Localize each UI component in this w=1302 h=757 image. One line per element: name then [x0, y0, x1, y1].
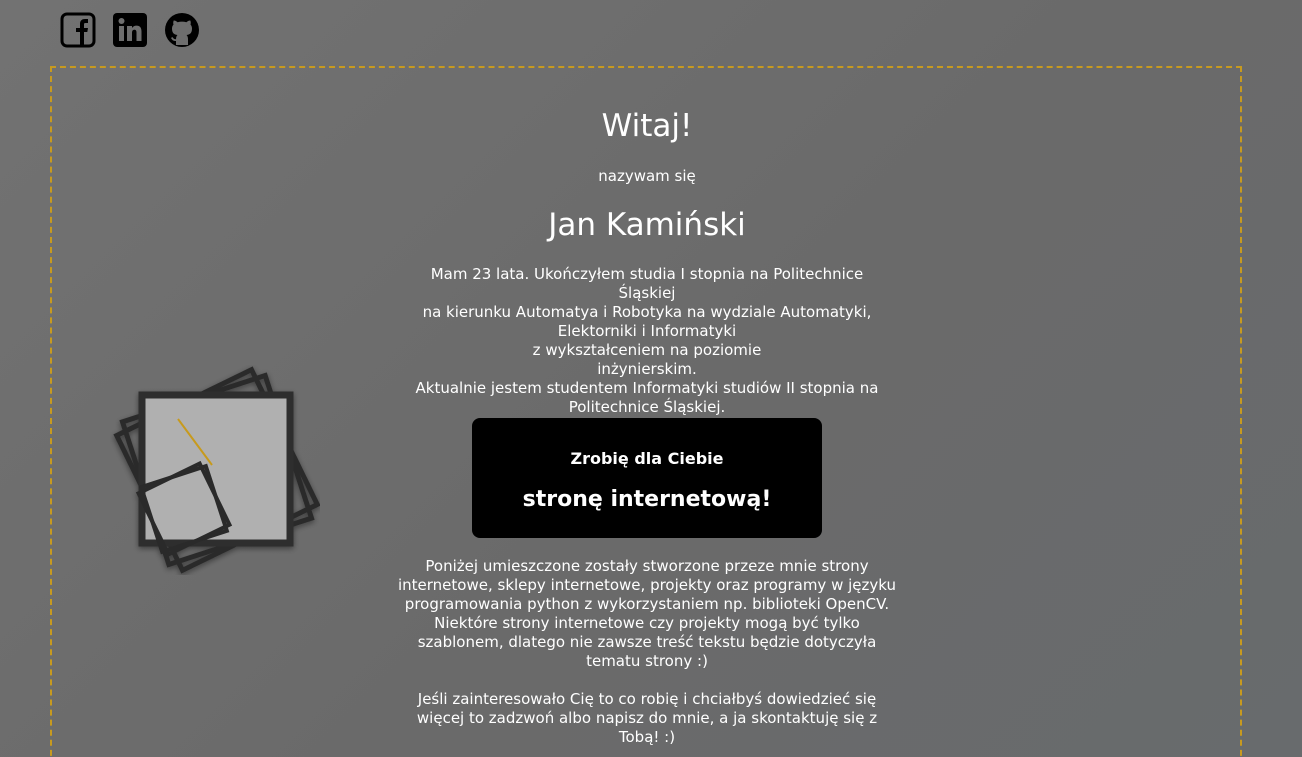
bio-line: z wykształceniem na poziomie: [532, 341, 762, 359]
rotating-squares-logo: [110, 365, 320, 575]
bio-line: Politechnice Śląskiej.: [568, 398, 726, 416]
contact-paragraph: Jeśli zainteresowało Cię to co robię i c…: [416, 690, 878, 746]
hero-section: Witaj! nazywam się Jan Kamiński Mam 23 l…: [0, 0, 1302, 757]
description-text: Poniżej umieszczone zostały stworzone pr…: [396, 557, 898, 757]
bio-line: Aktualnie jestem studentem Informatyki s…: [415, 379, 879, 397]
cta-big-text: stronę internetową!: [522, 487, 772, 512]
intro-text: nazywam się: [598, 167, 696, 185]
bio-line: Mam 23 lata. Ukończyłem studia I stopnia…: [430, 265, 864, 302]
name-heading: Jan Kamiński: [548, 207, 746, 243]
bio-line: inżynierskim.: [597, 360, 697, 378]
cta-banner: Zrobię dla Ciebie stronę internetową!: [472, 418, 822, 538]
greeting-heading: Witaj!: [601, 108, 693, 144]
cta-small-text: Zrobię dla Ciebie: [570, 449, 724, 468]
description-paragraph: Poniżej umieszczone zostały stworzone pr…: [397, 557, 896, 670]
bio-line: na kierunku Automatya i Robotyka na wydz…: [422, 303, 872, 321]
bio-text: Mam 23 lata. Ukończyłem studia I stopnia…: [400, 265, 894, 417]
bio-line: Elektorniki i Informatyki: [557, 322, 737, 340]
squares-graphic: [113, 366, 320, 574]
